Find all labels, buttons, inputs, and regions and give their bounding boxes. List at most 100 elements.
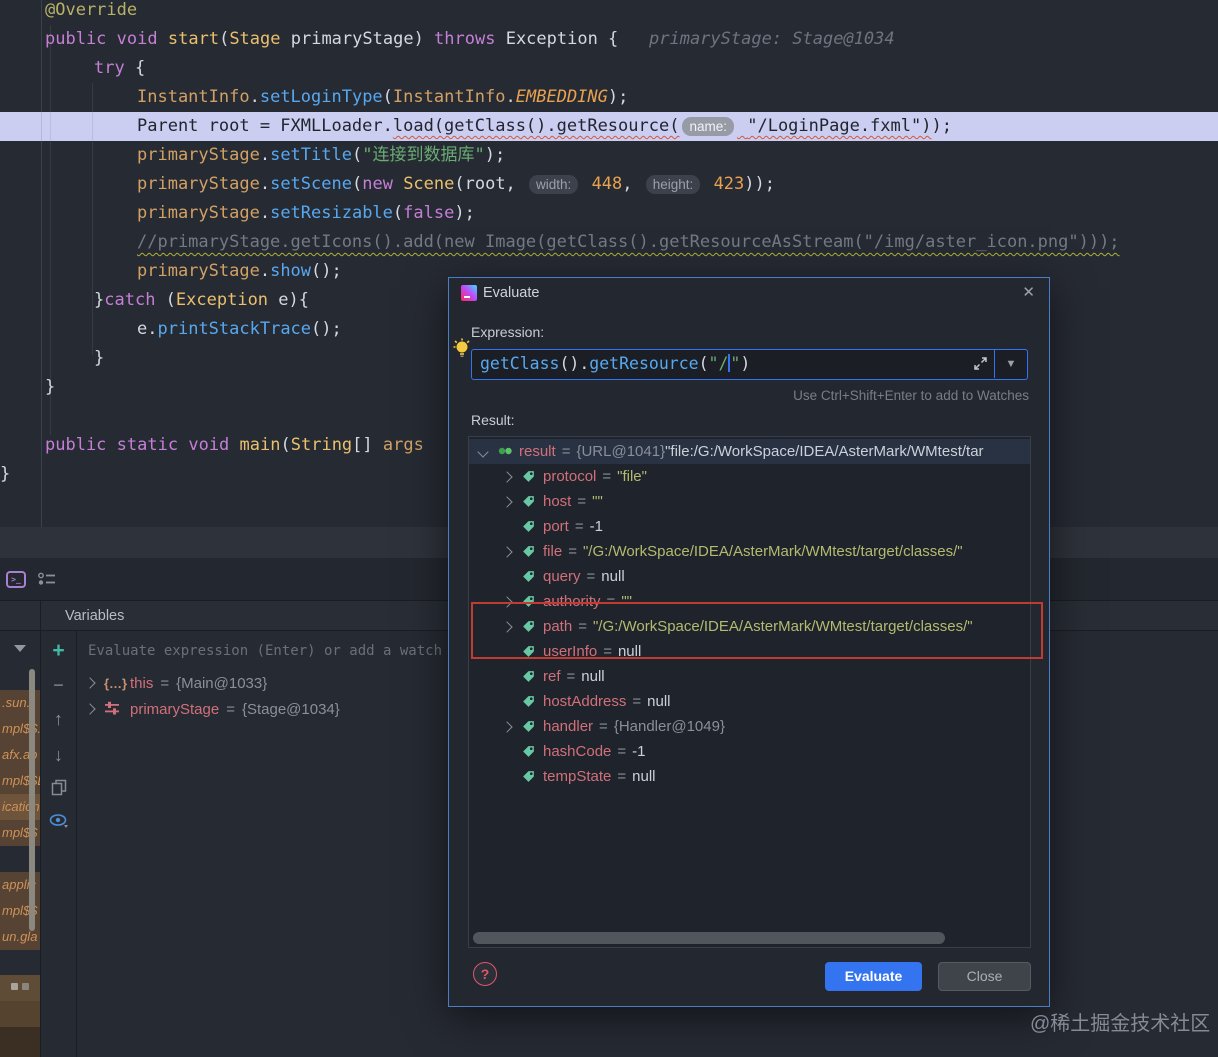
- chevron-right-icon[interactable]: [84, 677, 96, 689]
- result-tree-hscrollbar[interactable]: [473, 932, 945, 944]
- result-tree-row[interactable]: hostAddress = null: [469, 689, 1030, 714]
- indent-guide: [92, 83, 93, 355]
- result-tree-row[interactable]: protocol = "file": [469, 464, 1030, 489]
- tree-chevron[interactable]: [501, 495, 521, 508]
- code-token: Stage: [229, 29, 281, 49]
- result-tree-row[interactable]: ref = null: [469, 664, 1030, 689]
- tree-chevron[interactable]: [501, 595, 521, 608]
- chevron-right-icon[interactable]: [501, 620, 513, 633]
- close-icon[interactable]: ✕: [1022, 283, 1035, 301]
- code-token: }: [94, 290, 105, 310]
- equals-sign: =: [160, 674, 170, 692]
- result-tree-row[interactable]: userInfo = null: [469, 639, 1030, 664]
- chevron-right-icon[interactable]: [501, 545, 513, 558]
- code-token: try: [94, 58, 125, 78]
- code-line-1: @Override: [45, 0, 137, 25]
- code-token: EMBEDDING: [515, 87, 608, 107]
- code-token: (: [351, 174, 363, 194]
- code-line-9: //primaryStage.getIcons().add(new Image(…: [137, 228, 1120, 257]
- expand-expression-icon[interactable]: [974, 357, 987, 370]
- field-name: ref: [543, 668, 561, 685]
- code-token: }: [45, 377, 56, 397]
- result-tree-row[interactable]: query = null: [469, 564, 1030, 589]
- result-tree-row[interactable]: file = "/G:/WorkSpace/IDEA/AsterMark/WMtes…: [469, 539, 1030, 564]
- tree-chevron[interactable]: [501, 720, 521, 733]
- code-token: ): [740, 354, 751, 373]
- intention-bulb-icon[interactable]: [452, 337, 472, 359]
- dropdown-arrow-icon[interactable]: [14, 645, 26, 652]
- result-tree-row[interactable]: handler = {Handler@1049}: [469, 714, 1030, 739]
- help-icon[interactable]: ?: [473, 962, 497, 986]
- code-token: ().: [559, 354, 590, 373]
- parameter-icon: [104, 701, 130, 718]
- chevron-down-icon[interactable]: [477, 445, 489, 458]
- frame-row[interactable]: [0, 1001, 40, 1027]
- field-tag-icon: [521, 668, 536, 685]
- expression-input[interactable]: getClass().getResource("/") ▼: [471, 349, 1028, 380]
- field-name: path: [543, 618, 573, 635]
- code-token: primaryStage: [137, 203, 260, 223]
- result-tree-row[interactable]: result = {URL@1041} "file:/G:/WorkSpace/ID…: [469, 439, 1030, 464]
- code-token: );: [607, 87, 629, 107]
- result-tree-row[interactable]: port = -1: [469, 514, 1030, 539]
- add-watch-icon[interactable]: +: [41, 639, 76, 663]
- frame-row[interactable]: [0, 975, 40, 1001]
- code-token: start: [167, 29, 220, 49]
- result-tree[interactable]: result = {URL@1041} "file:/G:/WorkSpace/ID…: [468, 436, 1031, 948]
- intellij-logo-icon: [461, 285, 477, 301]
- chevron-right-icon[interactable]: [501, 720, 513, 733]
- field-name: userInfo: [543, 643, 598, 660]
- frames-panel[interactable]: .sun.jmpl$$.afx.apmpl$$Licationmpl$$appl…: [0, 631, 40, 1057]
- tree-chevron[interactable]: [80, 703, 104, 715]
- tree-chevron[interactable]: [80, 677, 104, 689]
- tree-chevron[interactable]: [501, 620, 521, 633]
- remove-watch-icon[interactable]: −: [41, 675, 76, 696]
- result-tree-row[interactable]: path = "/G:/WorkSpace/IDEA/AsterMark/WMtes…: [469, 614, 1030, 639]
- field-tag-icon: [521, 543, 536, 560]
- code-token: //primaryStage.getIcons().add(new Image(…: [137, 232, 1120, 252]
- code-token: );: [484, 145, 506, 165]
- tree-chevron[interactable]: [501, 545, 521, 558]
- chevron-right-icon[interactable]: [84, 703, 96, 715]
- chevron-right-icon[interactable]: [501, 470, 513, 483]
- chevron-right-icon[interactable]: [501, 495, 513, 508]
- chevron-right-icon[interactable]: [501, 595, 513, 608]
- result-tree-row[interactable]: authority = "": [469, 589, 1030, 614]
- equals-sign: =: [599, 718, 608, 735]
- result-tree-row[interactable]: hashCode = -1: [469, 739, 1030, 764]
- tab-variables[interactable]: Variables: [65, 608, 124, 624]
- tree-chevron[interactable]: [501, 470, 521, 483]
- result-tree-row[interactable]: host = "": [469, 489, 1030, 514]
- code-token: false: [403, 203, 455, 223]
- code-line-2: public void start(Stage primaryStage) th…: [45, 25, 895, 54]
- code-token: e: [137, 319, 148, 339]
- code-token: (: [382, 87, 393, 107]
- field-tag-icon: [521, 593, 536, 610]
- history-dropdown-icon[interactable]: ▼: [994, 350, 1027, 378]
- frames-scrollbar[interactable]: [29, 669, 35, 931]
- code-token: primaryStage: [137, 145, 260, 165]
- frames-list-icon[interactable]: [38, 571, 56, 588]
- move-up-icon[interactable]: ↑: [41, 709, 76, 730]
- move-down-icon[interactable]: ↓: [41, 745, 76, 766]
- show-watches-icon[interactable]: [41, 813, 76, 829]
- variable-row[interactable]: primaryStage = {Stage@1034}: [80, 696, 340, 722]
- result-dots-icon: [497, 443, 513, 460]
- equals-sign: =: [602, 468, 612, 485]
- parameter-hint: name:: [682, 117, 734, 136]
- evaluate-dialog: Evaluate ✕ Expression: getClass().getRes…: [448, 277, 1050, 1007]
- code-line-5: Parent root = FXMLLoader.load(getClass()…: [137, 112, 952, 141]
- code-line-16: public static void main(String[] args: [45, 431, 424, 460]
- result-tree-row[interactable]: tempState = null: [469, 764, 1030, 789]
- duplicate-watch-icon[interactable]: [41, 779, 76, 796]
- tree-chevron[interactable]: [477, 445, 497, 458]
- evaluate-button[interactable]: Evaluate: [825, 962, 922, 991]
- close-button[interactable]: Close: [938, 962, 1031, 991]
- frame-mini-icon: [11, 983, 18, 990]
- field-value: null: [601, 568, 625, 585]
- frame-row[interactable]: [0, 1027, 40, 1057]
- variable-row[interactable]: {…} this = {Main@1033}: [80, 670, 267, 696]
- terminal-icon[interactable]: >_: [6, 571, 26, 588]
- code-token: Exception: [175, 290, 269, 310]
